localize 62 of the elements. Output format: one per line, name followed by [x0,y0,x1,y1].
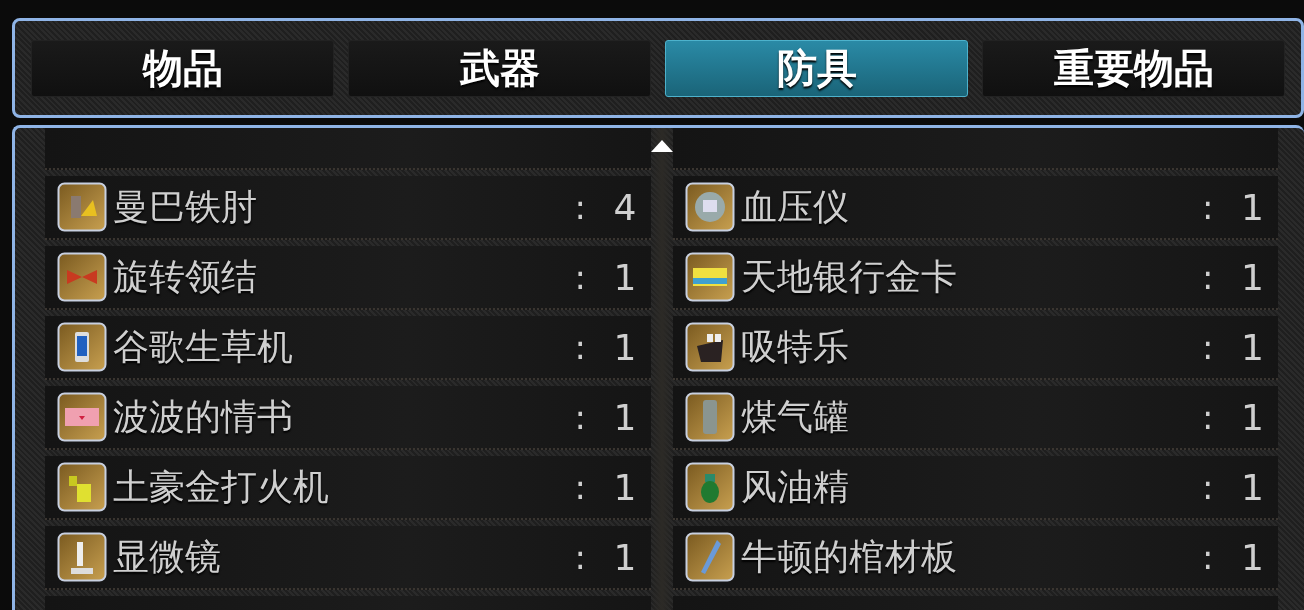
item-name: 显微镜 [113,534,222,579]
oil-bottle-icon [684,462,735,512]
separator: : [1202,187,1215,227]
bow-tie-icon [57,252,107,302]
item-name: 血压仪 [740,184,850,229]
item-name: 煤气罐 [740,394,850,439]
pen-icon [684,532,735,582]
glove-icon [684,322,735,372]
item-count: 1 [1240,396,1264,438]
item-count: 1 [612,536,637,578]
bank-card-icon [684,252,735,302]
list-row[interactable]: 显微镜 : 1 [45,526,651,590]
list-row[interactable]: 血压仪 : 1 [672,176,1278,240]
item-count: 1 [1240,186,1264,228]
item-name: 吸特乐 [740,324,850,369]
list-row[interactable]: 曼巴铁肘 : 4 [45,176,651,240]
item-count: 1 [1240,466,1264,508]
tab[interactable]: 物品 [31,40,334,97]
item-name: 旋转领结 [113,254,258,299]
item-count: 4 [612,186,637,228]
separator: : [1202,327,1215,367]
tab[interactable]: 重要物品 [982,40,1285,97]
list-row[interactable]: 风油精 : 1 [672,456,1278,520]
phone-icon [57,322,107,372]
separator: : [574,537,587,577]
list-row[interactable]: 谷歌生草机 : 1 [45,316,651,380]
item-count: 1 [612,326,637,368]
tab[interactable]: 防具 [665,40,968,97]
envelope-icon [57,392,107,442]
separator: : [1202,397,1215,437]
list-row[interactable]: 牛顿的棺材板 : 1 [672,526,1278,590]
item-count: 1 [612,466,637,508]
tab[interactable]: 武器 [348,40,651,97]
item-name: 土豪金打火机 [113,464,330,509]
item-count: 1 [612,396,637,438]
list-row[interactable]: 波波的情书 : 1 [45,386,651,450]
scroll-up-arrow-icon[interactable] [650,140,673,152]
item-name: 波波的情书 [113,394,294,439]
list-row[interactable]: 吸特乐 : 1 [672,316,1278,380]
item-name: 风油精 [740,464,850,509]
separator: : [574,397,587,437]
list-row[interactable]: 旋转领结 : 1 [45,246,651,310]
list-row[interactable]: 天地银行金卡 : 1 [672,246,1278,310]
separator: : [574,467,587,507]
item-name: 天地银行金卡 [740,254,958,299]
item-count: 1 [1240,536,1264,578]
separator: : [574,187,587,227]
gas-canister-icon [684,392,735,442]
separator: : [1202,467,1215,507]
list-row[interactable]: 土豪金打火机 : 1 [45,456,651,520]
blood-pressure-monitor-icon [684,182,735,232]
item-name: 牛顿的棺材板 [740,534,958,579]
item-count: 1 [612,256,637,298]
separator: : [1202,257,1215,297]
separator: : [574,257,587,297]
separator: : [1202,537,1215,577]
item-name: 曼巴铁肘 [113,184,258,229]
separator: : [574,327,587,367]
item-count: 1 [1240,326,1264,368]
item-name: 谷歌生草机 [113,324,294,369]
list-row[interactable]: 煤气罐 : 1 [672,386,1278,450]
item-count: 1 [1240,256,1264,298]
